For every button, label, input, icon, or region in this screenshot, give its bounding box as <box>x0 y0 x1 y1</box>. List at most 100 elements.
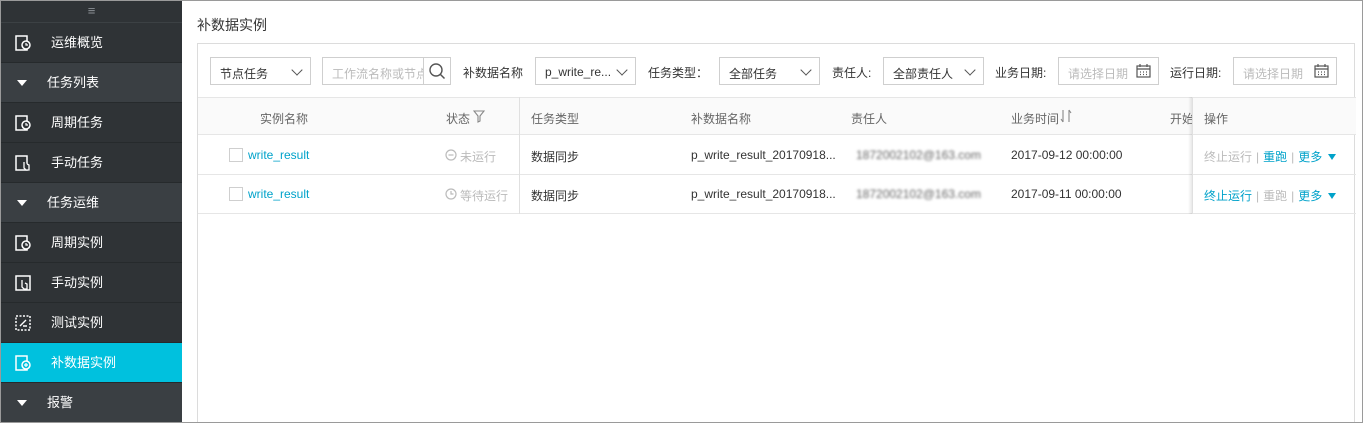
test-instance-icon <box>15 315 31 331</box>
col-header-ops: 操作 <box>1204 112 1229 126</box>
caret-down-icon[interactable] <box>1328 154 1337 160</box>
owner-value: 全部责任人 <box>893 67 954 81</box>
rerun-action[interactable]: 重跑 <box>1263 150 1287 164</box>
app-window: ≡ 运维概览 任务列表 周期任务 手动任务 任务运维 周期实例 手动实例 测试实… <box>0 0 1363 423</box>
content-panel: 节点任务 工作流名称或节点 补数据名称 p_write_re... 任务类型： <box>197 43 1356 422</box>
manual-task-icon <box>15 155 30 171</box>
row-checkbox[interactable] <box>229 187 243 201</box>
sidebar-item-label: 运维概览 <box>51 35 104 50</box>
waiting-clock-icon <box>445 188 457 200</box>
sidebar-item-label: 手动任务 <box>51 155 104 170</box>
divider: | <box>1256 189 1260 203</box>
caret-down-icon <box>17 200 27 206</box>
workflow-search-input[interactable]: 工作流名称或节点 <box>322 57 451 85</box>
biz-time-cell: 2017-09-11 00:00:00 <box>1011 187 1122 201</box>
sidebar-group-label: 报警 <box>47 395 74 410</box>
more-action[interactable]: 更多 <box>1298 150 1322 164</box>
owner-select[interactable]: 全部责任人 <box>883 57 984 85</box>
sidebar-item-manual-task[interactable]: 手动任务 <box>1 143 182 183</box>
table-header: 实例名称 状态 任务类型 补数据名称 责任人 业务时间 开始 操作 <box>198 97 1356 135</box>
cycle-instance-icon <box>15 235 31 251</box>
sidebar-item-label: 补数据实例 <box>51 355 117 370</box>
biz-date-picker[interactable]: 请选择日期 <box>1058 57 1159 85</box>
sidebar-item-cycle-instance[interactable]: 周期实例 <box>1 223 182 263</box>
sidebar-group-alarm[interactable]: 报警 <box>1 383 182 422</box>
sidebar-group-task-list[interactable]: 任务列表 <box>1 63 182 103</box>
sidebar-group-label: 任务运维 <box>47 195 100 210</box>
caret-down-icon <box>17 400 27 406</box>
cycle-task-icon <box>15 115 31 131</box>
chevron-down-icon <box>291 64 303 76</box>
task-type-cell: 数据同步 <box>531 189 580 203</box>
sidebar-group-task-ops[interactable]: 任务运维 <box>1 183 182 223</box>
instance-name-link[interactable]: write_result <box>248 148 309 162</box>
task-type-value: 全部任务 <box>729 67 778 81</box>
not-run-icon <box>445 149 457 161</box>
col-header-owner: 责任人 <box>851 112 888 126</box>
biz-time-cell: 2017-09-12 00:00:00 <box>1011 148 1123 162</box>
main-content: 补数据实例 节点任务 工作流名称或节点 补数据名称 p_write_re... <box>182 1 1362 422</box>
status-text: 等待运行 <box>460 189 509 203</box>
backfill-name-label: 补数据名称 <box>463 66 524 80</box>
backfill-instance-icon <box>15 355 31 371</box>
backfill-name-value: p_write_re... <box>545 65 612 79</box>
sidebar-collapse-handle[interactable]: ≡ <box>1 1 182 23</box>
sidebar-group-label: 任务列表 <box>47 75 100 90</box>
sidebar-item-manual-instance[interactable]: 手动实例 <box>1 263 182 303</box>
table-row[interactable]: write_result 未运行 数据同步 p_write_result_201… <box>198 136 1356 175</box>
run-date-picker[interactable]: 请选择日期 <box>1233 57 1337 85</box>
more-action[interactable]: 更多 <box>1298 189 1322 203</box>
page-title: 补数据实例 <box>197 17 267 33</box>
sidebar-item-test-instance[interactable]: 测试实例 <box>1 303 182 343</box>
filter-icon[interactable] <box>473 110 485 123</box>
owner-cell: 1872002102@163.com <box>856 148 981 162</box>
search-button[interactable] <box>423 57 451 85</box>
caret-down-icon <box>17 80 27 86</box>
table-row[interactable]: write_result 等待运行 数据同步 p_write_result_20… <box>198 175 1356 214</box>
column-divider <box>519 97 520 214</box>
ops-cell: 终止运行 | 重跑 | 更多 <box>1204 148 1337 165</box>
ops-cell: 终止运行 | 重跑 | 更多 <box>1204 187 1337 204</box>
sidebar-item-label: 周期任务 <box>51 115 104 130</box>
owner-cell: 1872002102@163.com <box>856 187 981 201</box>
manual-instance-icon <box>15 275 31 291</box>
status-text: 未运行 <box>460 150 497 164</box>
divider: | <box>1291 150 1295 164</box>
task-type-select[interactable]: 全部任务 <box>719 57 820 85</box>
sidebar-item-label: 手动实例 <box>51 275 104 290</box>
chevron-down-icon <box>964 64 976 76</box>
chevron-down-icon <box>616 64 628 76</box>
sidebar-item-cycle-task[interactable]: 周期任务 <box>1 103 182 143</box>
column-divider <box>1192 97 1193 214</box>
overview-icon <box>15 35 31 51</box>
divider: | <box>1291 189 1295 203</box>
backfill-name-select[interactable]: p_write_re... <box>535 57 636 85</box>
node-type-select[interactable]: 节点任务 <box>210 57 311 85</box>
backfill-name-cell: p_write_result_20170918... <box>691 187 836 201</box>
biz-date-label: 业务日期: <box>995 66 1047 80</box>
col-header-biz-time: 业务时间 <box>1011 112 1060 126</box>
calendar-icon <box>1136 64 1151 78</box>
instance-name-link[interactable]: write_result <box>248 187 309 201</box>
col-header-task-type: 任务类型 <box>531 112 580 126</box>
calendar-icon <box>1314 64 1329 78</box>
sidebar-item-label: 周期实例 <box>51 235 104 250</box>
owner-label: 责任人: <box>832 66 872 80</box>
backfill-name-cell: p_write_result_20170918... <box>691 148 836 162</box>
row-checkbox[interactable] <box>229 148 243 162</box>
sort-icon[interactable] <box>1060 109 1072 123</box>
divider: | <box>1256 150 1260 164</box>
search-icon <box>429 63 446 80</box>
stop-run-action[interactable]: 终止运行 <box>1204 189 1252 203</box>
biz-date-placeholder: 请选择日期 <box>1068 67 1129 81</box>
run-date-label: 运行日期: <box>1170 66 1222 80</box>
task-type-label: 任务类型： <box>648 66 709 80</box>
stop-run-action: 终止运行 <box>1204 150 1253 164</box>
task-type-cell: 数据同步 <box>531 150 580 164</box>
sidebar-item-backfill-instance[interactable]: 补数据实例 <box>1 343 182 383</box>
col-header-status: 状态 <box>446 112 471 126</box>
node-type-value: 节点任务 <box>220 67 269 81</box>
sidebar-item-overview[interactable]: 运维概览 <box>1 23 182 63</box>
caret-down-icon[interactable] <box>1328 193 1337 199</box>
rerun-action: 重跑 <box>1263 189 1288 203</box>
